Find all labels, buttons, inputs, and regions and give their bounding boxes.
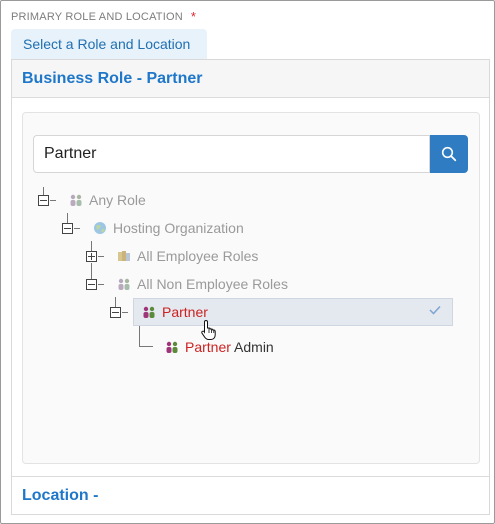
tree-connector <box>98 256 104 257</box>
tree-connector <box>98 284 104 285</box>
tree-node-partner-admin[interactable]: Partner Admin <box>165 336 274 358</box>
collapse-toggle-partner[interactable] <box>110 307 121 318</box>
search-icon <box>441 146 457 162</box>
expand-toggle-all-employee[interactable] <box>86 251 97 262</box>
tree-node-any-role[interactable]: Any Role <box>69 189 146 211</box>
tree-connector <box>74 228 80 229</box>
role-tree-container: Any Role Hosting Organization <box>22 112 480 464</box>
tree-node-all-non-employee-roles[interactable]: All Non Employee Roles <box>117 273 288 295</box>
location-title: Location - <box>22 487 99 504</box>
tree-connector <box>122 312 128 313</box>
employee-roles-icon <box>118 251 130 261</box>
collapse-toggle-any-role[interactable] <box>38 195 49 206</box>
people-group-icon <box>143 306 155 318</box>
tree-connector <box>50 200 56 201</box>
search-button[interactable] <box>430 135 468 173</box>
hand-pointer-cursor-icon <box>201 319 216 340</box>
tree-node-partner[interactable]: Partner <box>133 298 453 326</box>
dialog-frame: PRIMARY ROLE AND LOCATION * Select a Role… <box>0 0 495 524</box>
tree-connector <box>43 187 44 195</box>
tree-connector <box>139 325 140 347</box>
business-role-title: Business Role - Partner <box>22 70 203 87</box>
collapse-toggle-hosting-org[interactable] <box>62 223 73 234</box>
collapse-toggle-non-employee[interactable] <box>86 279 97 290</box>
people-group-icon <box>118 278 130 290</box>
section-label: PRIMARY ROLE AND LOCATION * <box>11 9 197 24</box>
tree-connector <box>139 346 153 347</box>
checkmark-icon <box>429 305 441 315</box>
globe-icon <box>94 222 106 234</box>
tree-node-hosting-org[interactable]: Hosting Organization <box>93 217 244 239</box>
tab-select-role-location[interactable]: Select a Role and Location <box>11 29 207 59</box>
tree-node-all-employee-roles[interactable]: All Employee Roles <box>117 245 258 267</box>
people-group-icon <box>70 194 82 206</box>
people-group-icon <box>166 341 178 353</box>
location-header[interactable]: Location - <box>12 476 489 514</box>
required-marker: * <box>190 9 197 24</box>
business-role-header[interactable]: Business Role - Partner <box>12 60 489 98</box>
role-search-input[interactable] <box>33 135 430 173</box>
business-role-panel: Business Role - Partner Partner Any Role… <box>11 59 490 515</box>
